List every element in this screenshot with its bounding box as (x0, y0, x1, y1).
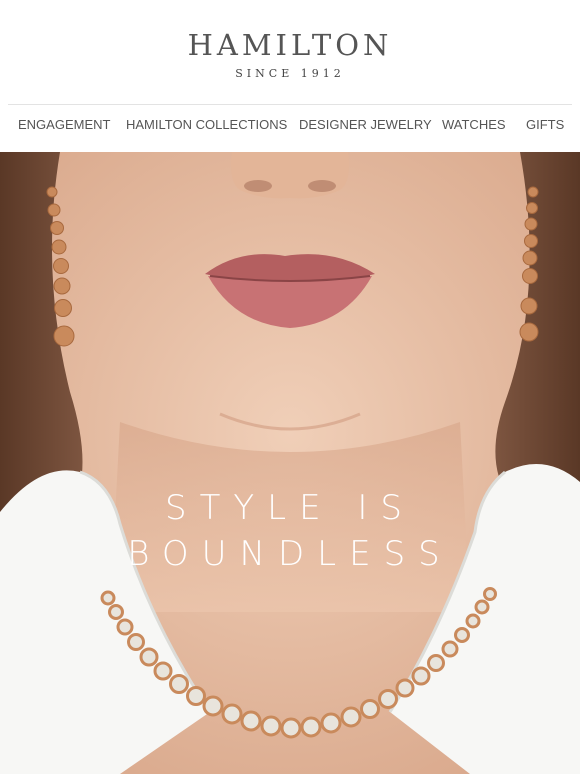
nav-item-engagement[interactable]: ENGAGEMENT (18, 117, 110, 132)
nav-item-watches[interactable]: WATCHES (442, 117, 506, 132)
nav-item-designer-jewelry[interactable]: DESIGNER JEWELRY (299, 117, 432, 132)
nose (231, 152, 349, 199)
nav-item-hamilton-collections[interactable]: HAMILTON COLLECTIONS (126, 117, 287, 132)
email-header: HAMILTON SINCE 1912 (0, 0, 580, 100)
brand-logo[interactable]: HAMILTON (0, 28, 580, 62)
hero-headline-line2: BOUNDLESS (127, 534, 453, 574)
hero-banner[interactable]: STYLE IS BOUNDLESS (0, 152, 580, 774)
brand-tagline: SINCE 1912 (235, 67, 345, 80)
nav-item-gifts[interactable]: GIFTS (526, 117, 564, 132)
hero-headline-line1: STYLE IS (165, 488, 415, 528)
hero-photo (0, 152, 580, 774)
main-nav: ENGAGEMENT HAMILTON COLLECTIONS DESIGNER… (8, 104, 572, 143)
